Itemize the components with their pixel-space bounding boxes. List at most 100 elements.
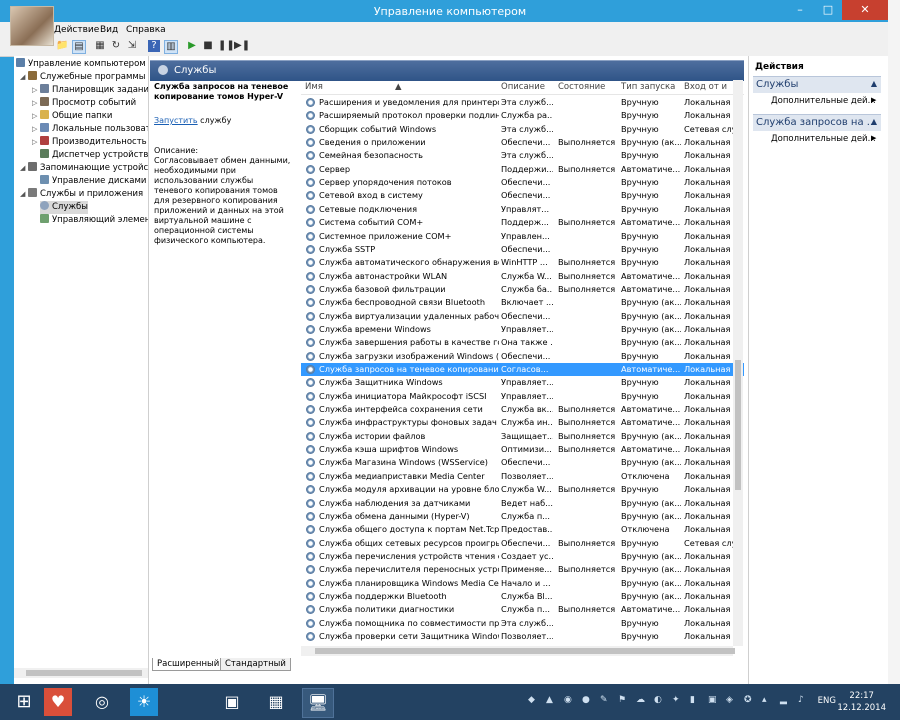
remote-desktop-icon[interactable]: ▣ bbox=[218, 688, 246, 716]
service-row[interactable]: Служба Защитника Windows Управляет... Вруч… bbox=[301, 376, 744, 389]
expand-arrow-icon[interactable]: ▷ bbox=[32, 123, 40, 136]
menu-help[interactable]: Справка bbox=[126, 25, 166, 35]
refresh-icon[interactable]: ↻ bbox=[110, 40, 122, 52]
list-horizontal-scrollbar[interactable] bbox=[301, 646, 735, 656]
service-row[interactable]: Сетевые подключения Управлят... Вручную Лок… bbox=[301, 203, 744, 216]
weather-app-icon[interactable]: ☀ bbox=[130, 688, 158, 716]
expand-arrow-icon[interactable]: ▷ bbox=[32, 84, 40, 97]
service-row[interactable]: Сервер упорядочения потоков Обеспечи... Вр… bbox=[301, 176, 744, 189]
collapse-icon[interactable]: ▲ bbox=[871, 117, 877, 126]
expand-arrow-icon[interactable]: ◢ bbox=[20, 71, 28, 84]
service-row[interactable]: Служба модуля архивации на уровне блоков… bbox=[301, 483, 744, 496]
scrollbar-thumb[interactable] bbox=[26, 670, 142, 676]
tree-item-services[interactable]: Службы bbox=[40, 201, 89, 214]
tree-item-services-apps[interactable]: ◢ Службы и приложения bbox=[20, 188, 143, 201]
folder-icon[interactable]: 📁 bbox=[56, 40, 68, 52]
service-row[interactable]: Служба завершения работы в качестве гост… bbox=[301, 336, 744, 349]
scrollbar-thumb[interactable] bbox=[315, 648, 735, 654]
column-header-name[interactable]: Имя bbox=[305, 82, 495, 92]
tray-icon-6[interactable]: ⚑ bbox=[618, 696, 627, 705]
tray-icon-1[interactable]: ◆ bbox=[528, 696, 537, 705]
service-row[interactable]: Служба инициатора Майкрософт iSCSI Управл… bbox=[301, 390, 744, 403]
service-row[interactable]: Служба политики диагностики Служба п... Вы… bbox=[301, 603, 744, 616]
column-header-description[interactable]: Описание bbox=[501, 82, 553, 92]
service-row[interactable]: Служба автонастройки WLAN Служба W... Выпо… bbox=[301, 270, 744, 283]
service-row[interactable]: Служба базовой фильтрации Служба ба... Вып… bbox=[301, 283, 744, 296]
actions-section-services[interactable]: Службы ▲ bbox=[753, 76, 881, 93]
tray-icon-7[interactable]: ☁ bbox=[636, 696, 645, 705]
column-header-startup-type[interactable]: Тип запуска bbox=[621, 82, 681, 92]
minimize-button[interactable]: – bbox=[786, 0, 814, 20]
service-row[interactable]: Служба общего доступа к портам Net.Tcp Пр… bbox=[301, 523, 744, 536]
service-row[interactable]: Служба Магазина Windows (WSService) Обесп… bbox=[301, 456, 744, 469]
service-row[interactable]: Система событий COM+ Поддерж... Выполняетс… bbox=[301, 216, 744, 229]
restart-icon[interactable]: ▶❚ bbox=[234, 40, 250, 52]
service-row[interactable]: Служба помощника по совместимости прогр.… bbox=[301, 617, 744, 630]
service-row[interactable]: Семейная безопасность Эта служб... Вручную… bbox=[301, 149, 744, 162]
service-row[interactable]: Служба перечисления устройств чтения сма… bbox=[301, 550, 744, 563]
tree-item-system-tools[interactable]: ◢ Служебные программы bbox=[20, 71, 146, 84]
tree-item-event-viewer[interactable]: ▷ Просмотр событий bbox=[32, 97, 136, 110]
tree-horizontal-scrollbar[interactable] bbox=[14, 668, 148, 678]
network-icon[interactable]: ▂ bbox=[780, 696, 789, 705]
more-actions-services[interactable]: Дополнительные дей... ▶ bbox=[771, 96, 876, 106]
service-row[interactable]: Служба истории файлов Защищает... Выполняе… bbox=[301, 430, 744, 443]
service-row[interactable]: Расширения и уведомления для принтеров Эт… bbox=[301, 96, 744, 109]
service-row[interactable]: Служба автоматического обнаружения веб-.… bbox=[301, 256, 744, 269]
tray-icon-4[interactable]: ● bbox=[582, 696, 591, 705]
service-row[interactable]: Служба инфраструктуры фоновых задач Служб… bbox=[301, 416, 744, 429]
tree-item-shared-folders[interactable]: ▷ Общие папки bbox=[32, 110, 112, 123]
tray-icon-5[interactable]: ✎ bbox=[600, 696, 609, 705]
export-icon[interactable]: ⇲ bbox=[126, 40, 138, 52]
tray-icon-13[interactable]: ✪ bbox=[744, 696, 753, 705]
service-row[interactable]: Служба наблюдения за датчиками Ведет наб.… bbox=[301, 497, 744, 510]
console-icon[interactable]: ▥ bbox=[164, 40, 178, 54]
computer-management-icon[interactable]: 🖥 bbox=[302, 688, 334, 718]
tab-extended[interactable]: Расширенный bbox=[152, 658, 225, 671]
tray-icon-2[interactable]: ▲ bbox=[546, 696, 555, 705]
column-header-status[interactable]: Состояние bbox=[558, 82, 618, 92]
close-button[interactable]: ✕ bbox=[842, 0, 888, 20]
tree-item-disk-management[interactable]: Управление дисками bbox=[40, 175, 146, 188]
more-actions-selected-service[interactable]: Дополнительные дей... ▶ bbox=[771, 134, 876, 144]
tray-icon-10[interactable]: ▮ bbox=[690, 696, 699, 705]
service-row[interactable]: Служба загрузки изображений Windows (WIA… bbox=[301, 350, 744, 363]
tray-icon-11[interactable]: ▣ bbox=[708, 696, 717, 705]
actions-section-selected-service[interactable]: Служба запросов на ... ▲ bbox=[753, 114, 881, 131]
title-bar[interactable]: Управление компьютером – □ ✕ bbox=[0, 0, 888, 22]
tray-icon-12[interactable]: ◈ bbox=[726, 696, 735, 705]
tree-item-storage[interactable]: ◢ Запоминающие устройст bbox=[20, 162, 148, 175]
menu-action[interactable]: Действие bbox=[54, 25, 99, 35]
expand-arrow-icon[interactable]: ▷ bbox=[32, 136, 40, 149]
service-row[interactable]: Служба поддержки Bluetooth Служба Bl... Вр… bbox=[301, 590, 744, 603]
play-icon[interactable]: ▶ bbox=[186, 40, 198, 52]
service-row[interactable]: Служба обмена данными (Hyper-V) Служба п.… bbox=[301, 510, 744, 523]
service-row[interactable]: Служба интерфейса сохранения сети Служба … bbox=[301, 403, 744, 416]
service-row[interactable]: Служба проверки сети Защитника Windows По… bbox=[301, 630, 744, 643]
service-row[interactable]: Служба кэша шрифтов Windows Оптимизи... Вы… bbox=[301, 443, 744, 456]
system-clock[interactable]: 22:17 12.12.2014 bbox=[837, 690, 886, 714]
scrollbar-thumb[interactable] bbox=[735, 360, 741, 490]
service-row[interactable]: Служба общих сетевых ресурсов проигрыва.… bbox=[301, 537, 744, 550]
tree-item-performance[interactable]: ▷ Производительность bbox=[32, 136, 147, 149]
pause-icon[interactable]: ❚❚ bbox=[218, 40, 235, 52]
tree-item-wmi-control[interactable]: Управляющий элемент bbox=[40, 214, 148, 227]
tray-icon-3[interactable]: ◉ bbox=[564, 696, 573, 705]
tree-item-root[interactable]: Управление компьютером (л bbox=[16, 58, 148, 71]
maximize-button[interactable]: □ bbox=[814, 0, 842, 20]
service-row[interactable]: Системное приложение COM+ Управлен... Вруч… bbox=[301, 230, 744, 243]
service-row[interactable]: Служба беспроводной связи Bluetooth Включ… bbox=[301, 296, 744, 309]
service-row[interactable]: Сетевой вход в систему Обеспечи... Вручную… bbox=[301, 189, 744, 202]
expand-arrow-icon[interactable]: ▷ bbox=[32, 110, 40, 123]
tree-item-local-users[interactable]: ▷ Локальные пользовате bbox=[32, 123, 148, 136]
start-service-link[interactable]: Запустить bbox=[154, 116, 198, 125]
tray-icon-8[interactable]: ◐ bbox=[654, 696, 663, 705]
tray-icon-14[interactable]: ▴ bbox=[762, 696, 771, 705]
service-row[interactable]: Служба виртуализации удаленных рабочих с… bbox=[301, 310, 744, 323]
volume-icon[interactable]: ♪ bbox=[798, 696, 807, 705]
service-row[interactable]: Сервер Поддержи... Выполняется Автоматиче..… bbox=[301, 163, 744, 176]
help-icon[interactable]: ? bbox=[148, 40, 160, 52]
properties-icon[interactable]: ▦ bbox=[94, 40, 106, 52]
service-row[interactable]: Служба перечислителя переносных устройст… bbox=[301, 563, 744, 576]
menu-view[interactable]: Вид bbox=[100, 25, 118, 35]
